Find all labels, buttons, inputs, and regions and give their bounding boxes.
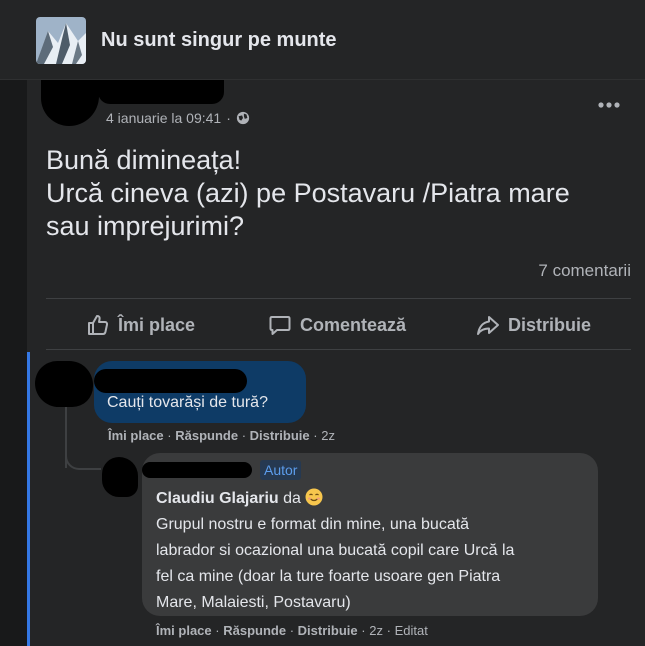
reply-bubble: Autor Claudiu Glajariu da Grupul nostru … (142, 453, 598, 616)
comments-count[interactable]: 7 comentarii (538, 261, 631, 281)
more-options-icon[interactable] (597, 101, 621, 109)
comment-share-link[interactable]: Distribuie (250, 428, 310, 443)
post-text: Bună dimineața! Urcă cineva (azi) pe Pos… (46, 144, 570, 243)
reply-meta: Îmi place · Răspunde · Distribuie · 2z ·… (156, 623, 428, 638)
highlight-bar (27, 352, 30, 646)
redacted-commenter-avatar (35, 361, 93, 407)
comment-meta: Îmi place · Răspunde · Distribuie · 2z (108, 428, 335, 443)
redacted-avatar (41, 80, 99, 126)
post-text-line: Urcă cineva (azi) pe Postavaru /Piatra m… (46, 178, 570, 208)
mention-suffix: da (283, 490, 301, 507)
share-icon (477, 316, 499, 335)
comment-text: Cauți tovarăși de tură? (107, 394, 268, 411)
divider (46, 298, 631, 299)
thread-connector (65, 440, 101, 470)
edited-label: Editat (394, 623, 428, 638)
reply-reply-link[interactable]: Răspunde (223, 623, 286, 638)
like-label: Îmi place (118, 314, 196, 335)
comment-reply-link[interactable]: Răspunde (175, 428, 238, 443)
redacted-commenter-name (94, 369, 247, 393)
group-header: Nu sunt singur pe munte (0, 0, 645, 80)
reply-text-line: labrador si ocazional una bucată copil c… (156, 542, 515, 559)
group-name[interactable]: Nu sunt singur pe munte (101, 29, 337, 52)
smile-emoji-icon (305, 488, 323, 506)
post-text-line: Bună dimineața! (46, 145, 242, 175)
reply-text: Grupul nostru e format din mine, una buc… (156, 512, 586, 616)
comment-button[interactable]: Comentează (268, 310, 406, 340)
reply-share-link[interactable]: Distribuie (298, 623, 358, 638)
reply-mention-line: Claudiu Glajariu da (156, 488, 323, 508)
comment-icon (269, 316, 291, 335)
globe-icon (236, 111, 249, 125)
like-button[interactable]: Îmi place (86, 310, 195, 340)
share-button[interactable]: Distribuie (476, 310, 591, 340)
comment-like-link[interactable]: Îmi place (108, 428, 164, 443)
post-date-text[interactable]: 4 ianuarie la 09:41 (106, 110, 221, 126)
post-timestamp[interactable]: 4 ianuarie la 09:41 · (106, 110, 250, 126)
share-label: Distribuie (508, 314, 592, 335)
post-card: 4 ianuarie la 09:41 · Bună dimineața! Ur… (27, 80, 645, 646)
reply-text-line: Grupul nostru e format din mine, una buc… (156, 516, 470, 533)
mention-link[interactable]: Claudiu Glajariu (156, 490, 279, 507)
reply-text-line: fel ca mine (doar la ture foarte usoare … (156, 568, 501, 585)
author-badge: Autor (260, 460, 302, 480)
left-margin (0, 80, 27, 646)
redacted-author-name (98, 80, 224, 104)
group-thumbnail[interactable] (36, 17, 86, 64)
reply-like-link[interactable]: Îmi place (156, 623, 212, 638)
like-icon (88, 315, 109, 335)
reply-time[interactable]: 2z (369, 623, 383, 638)
divider (46, 349, 631, 350)
redacted-reply-name (142, 462, 252, 478)
comment-time[interactable]: 2z (321, 428, 335, 443)
comment-label: Comentează (300, 314, 407, 335)
redacted-reply-avatar (102, 457, 138, 497)
post-text-line: sau imprejurimi? (46, 211, 245, 241)
reply-text-line: Mare, Malaiesti, Postavaru) (156, 594, 351, 611)
